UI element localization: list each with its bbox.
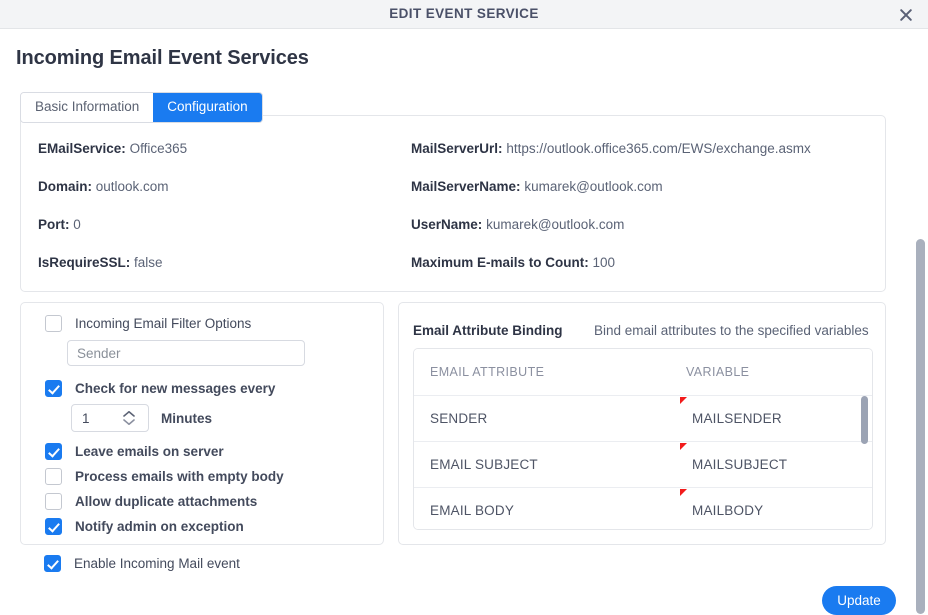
check-new-messages-row[interactable]: Check for new messages every (45, 380, 275, 397)
check-new-messages-label: Check for new messages every (75, 381, 276, 396)
incoming-email-filter-options-row[interactable]: Incoming Email Filter Options (45, 315, 251, 332)
info-value: 100 (592, 255, 616, 270)
info-label: IsRequireSSL: (38, 255, 131, 270)
incoming-email-filter-options-label: Incoming Email Filter Options (75, 316, 252, 331)
leave-emails-on-server-row[interactable]: Leave emails on server (45, 443, 224, 460)
tab-basic-information[interactable]: Basic Information (21, 93, 154, 122)
notify-admin-on-exception-label: Notify admin on exception (75, 519, 244, 534)
stepper-arrows[interactable] (118, 410, 140, 426)
dialog-title: EDIT EVENT SERVICE (389, 6, 539, 21)
chevron-down-icon (123, 419, 135, 425)
table-row[interactable]: EMAIL BODY MAILBODY (414, 487, 872, 529)
info-row-isrequiressl: IsRequireSSL: false (38, 255, 163, 271)
info-value: 0 (73, 217, 81, 232)
check-new-messages-checkbox[interactable] (45, 380, 62, 397)
binding-panel-title: Email Attribute Binding (413, 323, 563, 338)
leave-emails-on-server-label: Leave emails on server (75, 444, 224, 459)
allow-duplicate-attachments-label: Allow duplicate attachments (75, 494, 258, 509)
dialog-scrollbar-thumb[interactable] (916, 239, 925, 614)
cell-email-attribute: EMAIL BODY (414, 487, 670, 529)
info-row-mailservername: MailServerName: kumarek@outlook.com (411, 179, 663, 195)
info-label: Domain: (38, 179, 92, 194)
cell-email-attribute: EMAIL SUBJECT (414, 441, 670, 488)
leave-emails-on-server-checkbox[interactable] (45, 443, 62, 460)
info-value: https://outlook.office365.com/EWS/exchan… (506, 141, 811, 156)
dialog-scrollbar-track[interactable] (912, 29, 928, 614)
close-button[interactable] (894, 3, 918, 26)
info-row-username: UserName: kumarek@outlook.com (411, 217, 624, 233)
chevron-up-icon (123, 411, 135, 417)
cell-variable[interactable]: MAILSUBJECT (670, 441, 872, 488)
info-label: EMailService: (38, 141, 126, 156)
binding-table: EMAIL ATTRIBUTE VARIABLE SENDER MAILSEND… (414, 349, 872, 529)
info-value: false (134, 255, 163, 270)
enable-incoming-mail-event-row[interactable]: Enable Incoming Mail event (44, 555, 240, 572)
interval-stepper[interactable] (71, 404, 149, 432)
email-attribute-binding-panel: Email Attribute Binding Bind email attri… (398, 302, 886, 545)
info-label: UserName: (411, 217, 483, 232)
enable-incoming-mail-event-checkbox[interactable] (44, 555, 61, 572)
minutes-label: Minutes (161, 411, 213, 426)
enable-incoming-mail-event-label: Enable Incoming Mail event (74, 556, 240, 571)
close-icon (900, 8, 912, 21)
cell-email-attribute: SENDER (414, 395, 670, 442)
info-value: kumarek@outlook.com (486, 217, 625, 232)
cell-variable[interactable]: MAILBODY (670, 487, 872, 529)
info-label: MailServerUrl: (411, 141, 503, 156)
notify-admin-on-exception-checkbox[interactable] (45, 518, 62, 535)
process-empty-body-checkbox[interactable] (45, 468, 62, 485)
info-value: Office365 (129, 141, 188, 156)
comment-flag-icon (680, 443, 687, 450)
column-header-email-attribute: EMAIL ATTRIBUTE (414, 349, 670, 396)
tab-bar: Basic Information Configuration (20, 92, 263, 123)
info-row-mailserverurl: MailServerUrl: https://outlook.office365… (411, 141, 811, 157)
cell-variable-text: MAILBODY (692, 503, 764, 518)
info-label: Maximum E-mails to Count: (411, 255, 589, 270)
cell-variable-text: MAILSENDER (692, 411, 782, 426)
info-row-maximum-emails: Maximum E-mails to Count: 100 (411, 255, 615, 271)
binding-table-scrollbar-thumb[interactable] (861, 396, 868, 444)
connection-info-panel: EMailService: Office365 Domain: outlook.… (20, 115, 886, 292)
interval-input[interactable] (72, 409, 118, 427)
cell-variable[interactable]: MAILSENDER (670, 395, 872, 442)
tab-configuration[interactable]: Configuration (153, 93, 262, 122)
sender-input[interactable] (67, 340, 305, 366)
notify-admin-on-exception-row[interactable]: Notify admin on exception (45, 518, 244, 535)
info-value: kumarek@outlook.com (524, 179, 663, 194)
dialog-titlebar: EDIT EVENT SERVICE (0, 0, 928, 29)
allow-duplicate-attachments-row[interactable]: Allow duplicate attachments (45, 493, 257, 510)
update-button[interactable]: Update (822, 586, 896, 615)
info-row-emailservice: EMailService: Office365 (38, 141, 187, 157)
table-header-row: EMAIL ATTRIBUTE VARIABLE (414, 349, 872, 396)
cell-variable-text: MAILSUBJECT (692, 457, 788, 472)
comment-flag-icon (680, 397, 687, 404)
info-label: MailServerName: (411, 179, 521, 194)
info-label: Port: (38, 217, 70, 232)
filter-options-panel: Incoming Email Filter Options Check for … (20, 302, 384, 545)
info-value: outlook.com (95, 179, 169, 194)
process-empty-body-label: Process emails with empty body (75, 469, 284, 484)
dialog-body: Incoming Email Event Services Basic Info… (0, 29, 910, 615)
binding-table-wrapper: EMAIL ATTRIBUTE VARIABLE SENDER MAILSEND… (413, 348, 873, 530)
comment-flag-icon (680, 489, 687, 496)
page-title: Incoming Email Event Services (16, 47, 309, 69)
info-row-port: Port: 0 (38, 217, 81, 233)
incoming-email-filter-options-checkbox[interactable] (45, 315, 62, 332)
table-row[interactable]: EMAIL SUBJECT MAILSUBJECT (414, 441, 872, 488)
allow-duplicate-attachments-checkbox[interactable] (45, 493, 62, 510)
binding-panel-subtitle: Bind email attributes to the specified v… (594, 323, 869, 338)
column-header-variable: VARIABLE (670, 349, 872, 396)
process-empty-body-row[interactable]: Process emails with empty body (45, 468, 284, 485)
table-row[interactable]: SENDER MAILSENDER (414, 395, 872, 442)
info-row-domain: Domain: outlook.com (38, 179, 169, 195)
